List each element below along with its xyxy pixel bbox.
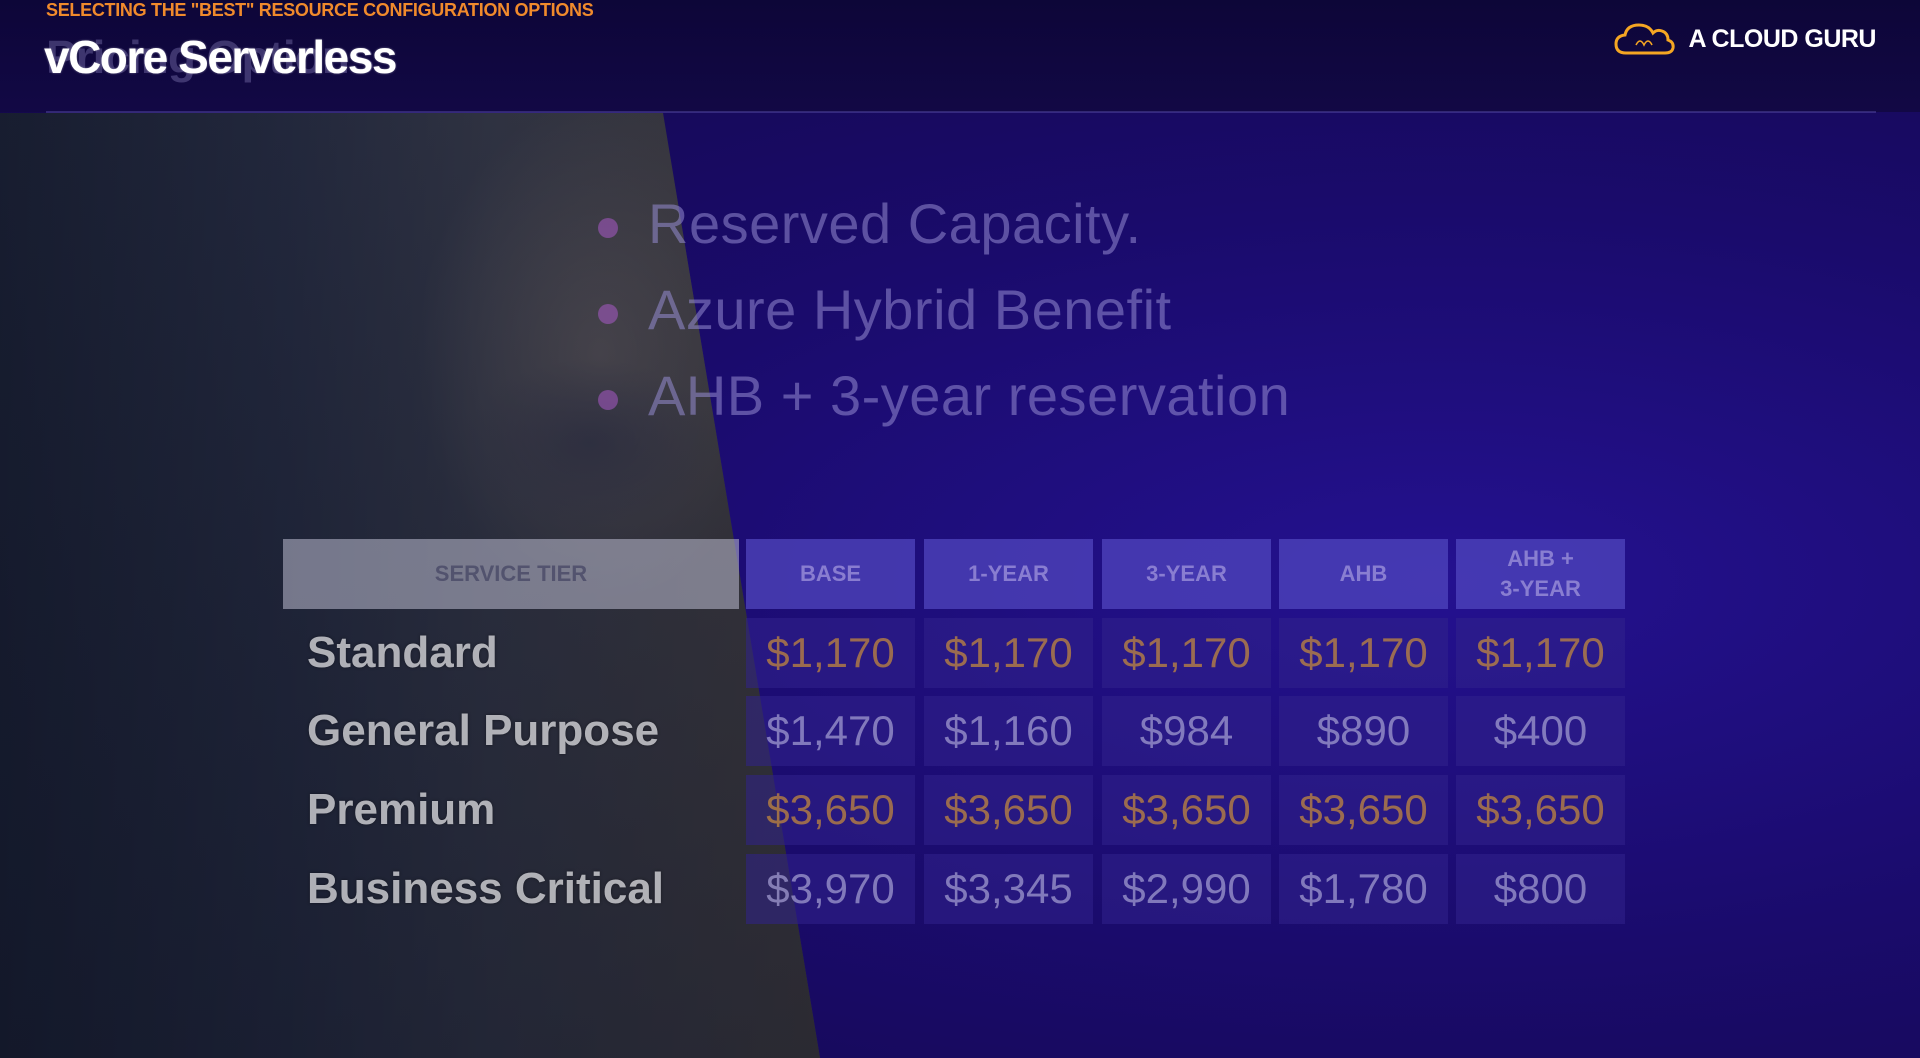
table-cell: $1,170 (924, 618, 1093, 688)
header-divider (46, 111, 1876, 113)
bullet-list: Reserved Capacity. Azure Hybrid Benefit … (598, 188, 1290, 446)
bullet-text: AHB + 3-year reservation (648, 364, 1291, 427)
row-label-general-purpose: General Purpose (307, 706, 660, 755)
row-label-business-critical: Business Critical (307, 864, 665, 913)
table-cell: $3,970 (746, 854, 915, 924)
bullet-dot-icon (598, 390, 618, 410)
table-cell: $400 (1456, 696, 1625, 766)
table-cell: $984 (1102, 696, 1271, 766)
column-header-3-year: 3-YEAR (1102, 539, 1271, 609)
table-cell: $890 (1279, 696, 1448, 766)
bullet-dot-icon (598, 304, 618, 324)
table-cell: $3,650 (1456, 775, 1625, 845)
column-header-1-year: 1-YEAR (924, 539, 1093, 609)
table-cell: $1,470 (746, 696, 915, 766)
bullet-dot-icon (598, 218, 618, 238)
table-cell: $3,650 (746, 775, 915, 845)
bullet-text: Azure Hybrid Benefit (648, 278, 1172, 341)
table-cell: $3,650 (924, 775, 1093, 845)
column-header-ahb-3-year: AHB + 3-YEAR (1456, 539, 1625, 609)
table-cell: $3,650 (1102, 775, 1271, 845)
column-header-base: BASE (746, 539, 915, 609)
table-cell: $3,345 (924, 854, 1093, 924)
column-header-ahb: AHB (1279, 539, 1448, 609)
table-cell: $1,160 (924, 696, 1093, 766)
brand-name: A CLOUD GURU (1688, 24, 1876, 53)
table-cell: $1,170 (1102, 618, 1271, 688)
table-cell: $1,170 (1279, 618, 1448, 688)
cloud-icon (1614, 23, 1676, 55)
table-cell: $2,990 (1102, 854, 1271, 924)
section-kicker: SELECTING THE "BEST" RESOURCE CONFIGURAT… (46, 0, 594, 20)
bullet-item: Reserved Capacity. (598, 188, 1290, 274)
table-cell: $800 (1456, 854, 1625, 924)
row-label-standard: Standard (307, 628, 498, 677)
service-tier-header: SERVICE TIER (283, 539, 739, 609)
bullet-item: AHB + 3-year reservation (598, 360, 1290, 446)
table-cell: $1,170 (1456, 618, 1625, 688)
row-label-premium: Premium (307, 785, 496, 834)
table-cell: $1,170 (746, 618, 915, 688)
table-cell: $3,650 (1279, 775, 1448, 845)
brand-logo: A CLOUD GURU (1612, 16, 1876, 62)
slide-title: vCore Serverless (44, 31, 397, 83)
table-cell: $1,780 (1279, 854, 1448, 924)
bullet-text: Reserved Capacity. (648, 192, 1142, 255)
bullet-item: Azure Hybrid Benefit (598, 274, 1290, 360)
